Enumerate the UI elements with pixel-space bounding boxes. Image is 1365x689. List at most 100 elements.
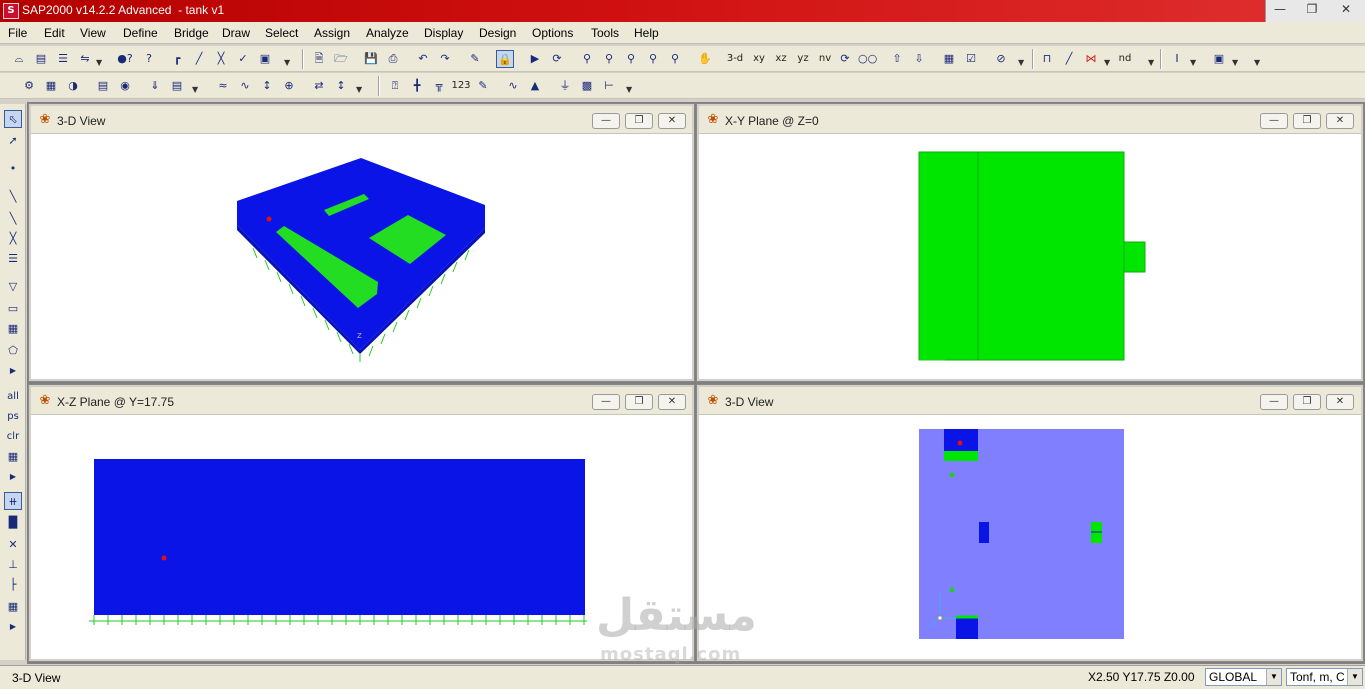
minimize-button[interactable]: — bbox=[1260, 113, 1288, 129]
zoom-in-icon[interactable]: ⚲ bbox=[644, 50, 662, 68]
assemble-icon[interactable]: ◉ bbox=[116, 77, 134, 95]
monitor-icon[interactable]: ▣ bbox=[1210, 50, 1228, 68]
view-xz-button[interactable]: xz bbox=[770, 50, 792, 68]
mode-shape-icon[interactable]: ∿ bbox=[236, 77, 254, 95]
chevron-right-icon[interactable]: ▶ bbox=[4, 618, 22, 636]
menu-tools[interactable]: Tools bbox=[591, 26, 619, 40]
frame-releases-icon[interactable]: ▤ bbox=[94, 77, 112, 95]
frame-template-icon[interactable]: ▤ bbox=[32, 50, 50, 68]
target-icon[interactable]: ⊕ bbox=[280, 77, 298, 95]
design-lock-icon[interactable]: ▣ bbox=[256, 50, 274, 68]
menu-assign[interactable]: Assign bbox=[314, 26, 350, 40]
grid-lines-icon[interactable]: ⌓ bbox=[10, 50, 28, 68]
run-analysis-icon[interactable]: ▶ bbox=[526, 50, 544, 68]
force-diagram-icon[interactable]: ⇄ bbox=[310, 77, 328, 95]
menu-define[interactable]: Define bbox=[123, 26, 158, 40]
restore-button[interactable]: ❐ bbox=[1300, 1, 1324, 19]
check-icon[interactable]: ✓ bbox=[234, 50, 252, 68]
shade-icon[interactable]: ◑ bbox=[64, 77, 82, 95]
menu-display[interactable]: Display bbox=[424, 26, 463, 40]
close-button[interactable]: ✕ bbox=[1334, 1, 1358, 19]
ground-icon[interactable]: ⏚ bbox=[556, 77, 574, 95]
load-frame-icon[interactable]: ⊢ bbox=[600, 77, 618, 95]
minimize-button[interactable]: — bbox=[1260, 394, 1288, 410]
close-button[interactable]: ✕ bbox=[658, 394, 686, 410]
draw-frame-icon[interactable]: ╲ bbox=[4, 188, 22, 206]
close-button[interactable]: ✕ bbox=[1326, 113, 1354, 129]
view-canvas[interactable]: Z bbox=[31, 134, 692, 379]
units-select[interactable]: Tonf, m, C ▼ bbox=[1286, 668, 1363, 686]
menu-view[interactable]: View bbox=[80, 26, 106, 40]
snap-lines-icon[interactable]: ├ bbox=[4, 576, 22, 594]
print-icon[interactable]: ⎙ bbox=[384, 50, 402, 68]
draw-poly-area-icon[interactable]: ▽ bbox=[4, 278, 22, 296]
coord-system-select[interactable]: GLOBAL ▼ bbox=[1205, 668, 1282, 686]
view-canvas[interactable] bbox=[699, 134, 1361, 379]
select-all-button[interactable]: all bbox=[4, 388, 22, 406]
chevron-down-icon[interactable]: ▼ bbox=[626, 85, 634, 95]
loads-icon[interactable]: ⇓ bbox=[146, 77, 164, 95]
chart-icon[interactable]: ▩ bbox=[578, 77, 596, 95]
brace-icon[interactable]: ╱ bbox=[190, 50, 208, 68]
lock-model-icon[interactable]: 🔒 bbox=[496, 50, 514, 68]
chevron-right-icon[interactable]: ▶ bbox=[4, 468, 22, 486]
close-button[interactable]: ✕ bbox=[658, 113, 686, 129]
view-3d-button[interactable]: 3-d bbox=[724, 50, 746, 68]
span-icon[interactable]: ╦ bbox=[430, 77, 448, 95]
view-window-xz-plane[interactable]: ❀ X-Z Plane @ Y=17.75 — ❐ ✕ bbox=[28, 384, 695, 662]
view-nd-button[interactable]: nd bbox=[1114, 50, 1136, 68]
stress-icon[interactable]: ↕ bbox=[332, 77, 350, 95]
move-down-icon[interactable]: ⇩ bbox=[910, 50, 928, 68]
chevron-down-icon[interactable]: ▼ bbox=[1347, 669, 1362, 685]
restore-button[interactable]: ❐ bbox=[625, 394, 653, 410]
query-icon[interactable]: ●? bbox=[116, 50, 134, 68]
checkbox-icon[interactable]: ☑ bbox=[962, 50, 980, 68]
restore-full-view-icon[interactable]: ⚲ bbox=[600, 50, 618, 68]
menu-select[interactable]: Select bbox=[265, 26, 298, 40]
view-window-3d-bottom[interactable]: ❀ 3-D View — ❐ ✕ bbox=[696, 384, 1364, 662]
intersecting-line-icon[interactable]: ▦ bbox=[4, 448, 22, 466]
snap-perpendicular-icon[interactable]: ⊥ bbox=[4, 556, 22, 574]
truss-icon[interactable]: ╳ bbox=[212, 50, 230, 68]
layers-icon[interactable]: ☰ bbox=[54, 50, 72, 68]
save-icon[interactable]: 💾 bbox=[362, 50, 380, 68]
scale-icon[interactable]: ⇋ bbox=[76, 50, 94, 68]
view-yz-button[interactable]: yz bbox=[792, 50, 814, 68]
view-canvas[interactable] bbox=[31, 415, 692, 659]
draw-rect-area-icon[interactable]: ▭ bbox=[4, 300, 22, 318]
zoom-out-icon[interactable]: ⚲ bbox=[666, 50, 684, 68]
perspective-icon[interactable]: ○○ bbox=[858, 50, 877, 68]
menu-bridge[interactable]: Bridge bbox=[174, 26, 209, 40]
minimize-button[interactable]: — bbox=[592, 394, 620, 410]
close-button[interactable]: ✕ bbox=[1326, 394, 1354, 410]
quick-brace-icon[interactable]: ╳ bbox=[4, 230, 22, 248]
help-query-icon[interactable]: ? bbox=[140, 50, 158, 68]
sketch-icon[interactable]: ✎ bbox=[474, 77, 492, 95]
chevron-down-icon[interactable]: ▼ bbox=[1232, 58, 1240, 68]
snap-intersection-icon[interactable]: ✕ bbox=[4, 536, 22, 554]
rubber-band-zoom-icon[interactable]: ⚲ bbox=[578, 50, 596, 68]
chevron-down-icon[interactable]: ▼ bbox=[284, 58, 292, 68]
draw-joint-icon[interactable]: • bbox=[4, 160, 22, 178]
minimize-button[interactable]: — bbox=[1268, 1, 1292, 19]
rotate-view-icon[interactable]: ⟳ bbox=[836, 50, 854, 68]
view-canvas[interactable] bbox=[699, 415, 1361, 659]
deformed-shape-icon[interactable]: ≈ bbox=[214, 77, 232, 95]
sap2000-app-icon[interactable]: S bbox=[3, 3, 19, 19]
quick-secondary-icon[interactable]: ☰ bbox=[4, 250, 22, 268]
move-up-icon[interactable]: ⇧ bbox=[888, 50, 906, 68]
snap-grid-icon[interactable]: ▦ bbox=[4, 598, 22, 616]
menu-help[interactable]: Help bbox=[634, 26, 659, 40]
quick-frame-icon[interactable]: ╲ bbox=[4, 210, 22, 228]
zoom-previous-icon[interactable]: ⚲ bbox=[622, 50, 640, 68]
view-xy-button[interactable]: xy bbox=[748, 50, 770, 68]
open-folder-icon[interactable]: 🗁 bbox=[332, 50, 350, 68]
mesh-icon[interactable]: ▦ bbox=[42, 77, 60, 95]
chevron-down-icon[interactable]: ▼ bbox=[1104, 58, 1112, 68]
quick-area-icon[interactable]: ▦ bbox=[4, 320, 22, 338]
view-window-3d-top[interactable]: ❀ 3-D View — ❐ ✕ Z bbox=[28, 103, 695, 382]
minimize-button[interactable]: — bbox=[592, 113, 620, 129]
menu-edit[interactable]: Edit bbox=[44, 26, 65, 40]
chevron-down-icon[interactable]: ▼ bbox=[1148, 58, 1156, 68]
reshape-icon[interactable]: ➚ bbox=[4, 132, 22, 150]
